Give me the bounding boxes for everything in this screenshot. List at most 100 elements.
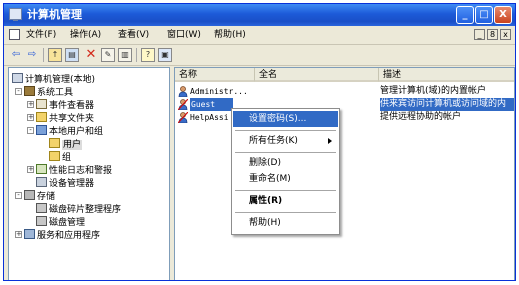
tree-item-label: 共享文件夹 xyxy=(49,114,95,124)
tree-item-groups[interactable]: 组 xyxy=(49,151,71,163)
menu-separator xyxy=(235,152,336,153)
menu-separator xyxy=(235,212,336,213)
collapse-icon[interactable]: - xyxy=(15,192,22,199)
properties-icon[interactable]: ✎ xyxy=(101,48,115,62)
system-tools-icon xyxy=(24,86,35,96)
menu-separator xyxy=(235,130,336,131)
tree-item-label: 系统工具 xyxy=(37,88,74,98)
tree-item-disk-management[interactable]: 磁盘管理 xyxy=(36,216,86,228)
expand-icon[interactable]: + xyxy=(15,231,22,238)
expand-icon[interactable]: + xyxy=(27,166,34,173)
title-bar[interactable]: 计算机管理 _ □ X xyxy=(4,4,515,26)
tree-item-system-tools[interactable]: 系统工具 xyxy=(24,86,74,98)
user-icon xyxy=(178,86,188,98)
cell-description: 供来宾访问计算机或访问域的内 xyxy=(380,98,514,111)
tree-item-defragmenter[interactable]: 磁盘碎片整理程序 xyxy=(36,203,122,215)
collapse-icon[interactable]: - xyxy=(15,88,22,95)
console-icon[interactable]: ▣ xyxy=(158,48,172,62)
toolbar: ⇦ ⇨ ↑ ▤ ✕ ✎ ▥ ? ▣ xyxy=(4,45,515,66)
column-header-name[interactable]: 名称 xyxy=(175,68,255,82)
menu-window[interactable]: 窗口(W) xyxy=(167,30,201,41)
tree-item-storage[interactable]: 存储 xyxy=(24,190,56,202)
device-manager-icon xyxy=(36,177,47,187)
computer-management-window: 计算机管理 _ □ X 文件(F) 操作(A) 查看(V) 窗口(W) 帮助(H… xyxy=(3,3,516,281)
defrag-icon xyxy=(36,203,47,213)
toolbar-separator xyxy=(136,48,137,62)
menu-item-properties[interactable]: 属性(R) xyxy=(233,193,338,209)
tree-item-computer-management[interactable]: 计算机管理(本地) xyxy=(12,73,96,85)
mdi-close-button[interactable]: x xyxy=(500,29,511,40)
menu-separator xyxy=(235,190,336,191)
export-icon[interactable]: ▥ xyxy=(118,48,132,62)
cell-name: HelpAssi xyxy=(190,113,229,122)
menu-file[interactable]: 文件(F) xyxy=(26,30,56,41)
expand-icon[interactable]: + xyxy=(27,114,34,121)
tree-item-shared-folders[interactable]: 共享文件夹 xyxy=(36,112,95,124)
users-list[interactable]: 名称 全名 描述 Administr... 管理计算机(域)的内置帐户 Gues… xyxy=(174,67,515,280)
menu-item-label: 所有任务(K) xyxy=(249,136,298,146)
tree-item-label: 事件查看器 xyxy=(49,101,95,111)
cell-description: 提供远程协助的帐户 xyxy=(380,112,462,122)
cell-description: 管理计算机(域)的内置帐户 xyxy=(380,86,487,96)
menu-action[interactable]: 操作(A) xyxy=(70,30,101,41)
list-row-administrator[interactable]: Administr... 管理计算机(域)的内置帐户 xyxy=(175,85,514,98)
folder-icon xyxy=(49,138,60,148)
list-row-helpassistant[interactable]: HelpAssi 提供远程协助的帐户 xyxy=(175,111,514,124)
menu-item-rename[interactable]: 重命名(M) xyxy=(233,171,338,187)
tree-item-device-manager[interactable]: 设备管理器 xyxy=(36,177,95,189)
tree-item-users[interactable]: 用户 xyxy=(49,138,83,150)
tree-item-label: 本地用户和组 xyxy=(49,127,104,137)
collapse-icon[interactable]: - xyxy=(27,127,34,134)
cell-name: Guest xyxy=(190,98,233,111)
maximize-button[interactable]: □ xyxy=(475,6,493,24)
shared-folders-icon xyxy=(36,112,47,122)
mdi-minimize-button[interactable]: _ xyxy=(474,29,485,40)
folder-icon xyxy=(49,151,60,161)
tree-item-local-users-and-groups[interactable]: 本地用户和组 xyxy=(36,125,104,137)
computer-management-icon xyxy=(12,73,23,83)
menu-item-help[interactable]: 帮助(H) xyxy=(233,215,338,231)
delete-icon[interactable]: ✕ xyxy=(84,48,98,62)
tree-item-performance-logs[interactable]: 性能日志和警报 xyxy=(36,164,113,176)
menu-item-delete[interactable]: 删除(D) xyxy=(233,155,338,171)
tree-item-label: 存储 xyxy=(37,192,56,202)
tree-item-label: 磁盘碎片整理程序 xyxy=(49,205,122,215)
help-icon[interactable]: ? xyxy=(141,48,155,62)
menu-bar: 文件(F) 操作(A) 查看(V) 窗口(W) 帮助(H) _ 8 x xyxy=(4,26,515,45)
cell-fullname xyxy=(257,85,377,98)
minimize-button[interactable]: _ xyxy=(456,6,474,24)
menu-item-all-tasks[interactable]: 所有任务(K) xyxy=(233,133,338,149)
window-title: 计算机管理 xyxy=(27,8,82,21)
disk-management-icon xyxy=(36,216,47,226)
services-icon xyxy=(24,229,35,239)
column-header-description[interactable]: 描述 xyxy=(379,68,514,82)
menu-item-set-password[interactable]: 设置密码(S)... xyxy=(233,111,338,127)
menu-help[interactable]: 帮助(H) xyxy=(214,30,246,41)
cell-name: Administr... xyxy=(190,87,248,96)
console-document-icon[interactable] xyxy=(9,29,20,40)
expand-icon[interactable]: + xyxy=(27,101,34,108)
tree-item-label: 设备管理器 xyxy=(49,179,95,189)
console-tree[interactable]: 计算机管理(本地) - 系统工具 + 事件查看器 + 共享文件夹 - 本地用户和… xyxy=(8,67,170,280)
menu-view[interactable]: 查看(V) xyxy=(118,30,149,41)
tree-item-label: 性能日志和警报 xyxy=(49,166,113,176)
tree-item-label: 用户 xyxy=(62,140,83,150)
local-users-icon xyxy=(36,125,47,135)
forward-arrow-icon[interactable]: ⇨ xyxy=(25,48,39,62)
column-header-fullname[interactable]: 全名 xyxy=(255,68,379,82)
event-viewer-icon xyxy=(36,99,47,109)
up-folder-icon[interactable]: ↑ xyxy=(48,48,62,62)
list-row-guest[interactable]: Guest 供来宾访问计算机或访问域的内 xyxy=(175,98,514,111)
tree-item-event-viewer[interactable]: 事件查看器 xyxy=(36,99,95,111)
back-arrow-icon[interactable]: ⇦ xyxy=(9,48,23,62)
mdi-restore-button[interactable]: 8 xyxy=(487,29,498,40)
user-icon xyxy=(177,111,189,124)
show-tree-icon[interactable]: ▤ xyxy=(65,48,79,62)
close-button[interactable]: X xyxy=(494,6,512,24)
tree-item-label: 磁盘管理 xyxy=(49,218,86,228)
tree-item-label: 计算机管理(本地) xyxy=(25,75,96,85)
tree-item-services-and-applications[interactable]: 服务和应用程序 xyxy=(24,229,100,241)
computer-management-icon xyxy=(9,8,22,21)
performance-icon xyxy=(36,164,47,174)
context-menu: 设置密码(S)... 所有任务(K) 删除(D) 重命名(M) 属性(R) 帮助… xyxy=(231,108,340,235)
